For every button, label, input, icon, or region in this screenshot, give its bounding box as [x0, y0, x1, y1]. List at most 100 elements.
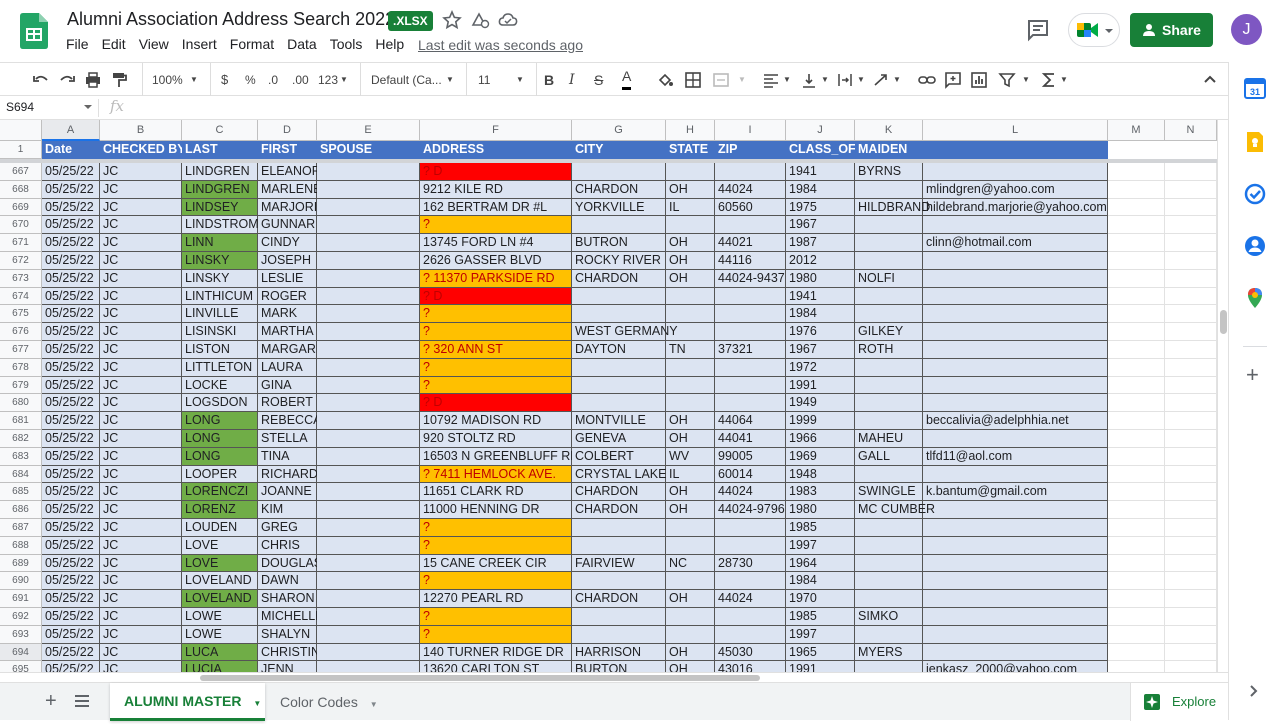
cell-empty[interactable] [1108, 216, 1165, 235]
cell-maiden[interactable]: BYRNS [855, 163, 923, 181]
cell-maiden[interactable] [855, 252, 923, 270]
cell-email[interactable] [923, 216, 1108, 235]
cell-address[interactable]: ? D [420, 163, 572, 181]
cell-last[interactable]: LISTON [182, 341, 258, 359]
column-header-n[interactable]: N [1165, 120, 1217, 141]
google-sheets-logo-icon[interactable] [20, 13, 48, 49]
cell-empty[interactable] [1108, 608, 1165, 626]
tab-color-codes[interactable]: Color Codes ▼ [270, 683, 390, 721]
vertical-scrollbar[interactable] [1217, 120, 1228, 672]
cell-address[interactable]: ? [420, 323, 572, 341]
cell-empty[interactable] [1108, 643, 1165, 662]
cell-spouse[interactable] [317, 376, 420, 395]
cell-maiden[interactable] [855, 305, 923, 324]
cell-state[interactable]: TN [666, 341, 715, 359]
cell-zip[interactable]: 28730 [715, 554, 786, 573]
cell-class-of[interactable]: 1983 [786, 483, 855, 502]
cell-checked[interactable]: JC [100, 519, 182, 537]
cell-email[interactable] [923, 394, 1108, 413]
percent-format-button[interactable]: % [245, 63, 256, 97]
horizontal-scroll-thumb[interactable] [200, 675, 760, 681]
cell-date[interactable]: 05/25/22 [42, 198, 100, 217]
cell-first[interactable]: RICHARD [258, 465, 318, 484]
cell-zip[interactable]: 44024-9796 [715, 501, 786, 519]
cell-city[interactable]: YORKVILLE [572, 198, 666, 217]
cell-city[interactable]: ROCKY RIVER [572, 252, 666, 270]
column-header-h[interactable]: H [666, 120, 715, 141]
cell-city[interactable]: GENEVA [572, 430, 666, 448]
tasks-icon[interactable] [1243, 182, 1267, 206]
cell-checked[interactable]: JC [100, 608, 182, 626]
cell-spouse[interactable] [317, 216, 420, 235]
row-header[interactable]: 691 [0, 590, 42, 608]
header-cell-address[interactable]: ADDRESS [420, 141, 572, 159]
cell-state[interactable] [666, 536, 715, 555]
row-header[interactable]: 680 [0, 394, 42, 413]
cell-state[interactable] [666, 376, 715, 395]
cell-maiden[interactable] [855, 358, 923, 377]
vertical-scroll-thumb[interactable] [1220, 310, 1227, 334]
cell-email[interactable] [923, 572, 1108, 591]
menu-edit[interactable]: Edit [102, 36, 126, 52]
cell-state[interactable]: OH [666, 234, 715, 252]
cell-date[interactable]: 05/25/22 [42, 501, 100, 519]
cell-empty[interactable] [1165, 376, 1217, 395]
borders-icon[interactable] [684, 71, 702, 89]
cell-checked[interactable]: JC [100, 501, 182, 519]
cell-class-of[interactable]: 1991 [786, 376, 855, 395]
cell-state[interactable]: OH [666, 661, 715, 672]
column-header-g[interactable]: G [572, 120, 666, 141]
cell-maiden[interactable]: NOLFI [855, 269, 923, 288]
cell-city[interactable]: CHARDON [572, 483, 666, 502]
cell-zip[interactable] [715, 572, 786, 591]
cell-checked[interactable]: JC [100, 430, 182, 448]
cell-maiden[interactable]: GALL [855, 447, 923, 466]
cell-date[interactable]: 05/25/22 [42, 269, 100, 288]
print-icon[interactable] [84, 71, 102, 89]
cell-spouse[interactable] [317, 465, 420, 484]
cell-last[interactable]: LOVELAND [182, 572, 258, 591]
cell-checked[interactable]: JC [100, 643, 182, 662]
cell-empty[interactable] [1108, 394, 1165, 413]
text-wrapping-icon[interactable] [836, 71, 854, 89]
cell-zip[interactable]: 44024 [715, 180, 786, 199]
cell-state[interactable] [666, 358, 715, 377]
row-header[interactable]: 1 [0, 141, 42, 159]
cell-email[interactable] [923, 590, 1108, 608]
cell-zip[interactable] [715, 287, 786, 306]
cell-maiden[interactable] [855, 554, 923, 573]
comment-history-icon[interactable] [1026, 18, 1050, 42]
cell-empty[interactable] [1108, 483, 1165, 502]
cell-spouse[interactable] [317, 519, 420, 537]
cell-address[interactable]: ? [420, 358, 572, 377]
cell-address[interactable]: ? [420, 376, 572, 395]
functions-sigma-icon[interactable] [1040, 71, 1058, 89]
move-to-folder-icon[interactable] [470, 10, 490, 30]
cell-state[interactable]: WV [666, 447, 715, 466]
cell-class-of[interactable]: 1985 [786, 608, 855, 626]
cell-last[interactable]: LINDSEY [182, 198, 258, 217]
cell-last[interactable]: LINVILLE [182, 305, 258, 324]
cell-spouse[interactable] [317, 305, 420, 324]
cell-empty[interactable] [1165, 358, 1217, 377]
cell-spouse[interactable] [317, 483, 420, 502]
cell-empty[interactable] [1165, 661, 1217, 672]
cell-spouse[interactable] [317, 358, 420, 377]
cell-zip[interactable]: 44041 [715, 430, 786, 448]
wrap-dropdown-icon[interactable]: ▼ [857, 63, 865, 97]
cell-empty[interactable] [1108, 590, 1165, 608]
cell-email[interactable]: tlfd11@aol.com [923, 447, 1108, 466]
cell-checked[interactable]: JC [100, 163, 182, 181]
cell-checked[interactable]: JC [100, 447, 182, 466]
cell-zip[interactable]: 43016 [715, 661, 786, 672]
cell-date[interactable]: 05/25/22 [42, 430, 100, 448]
cell-spouse[interactable] [317, 323, 420, 341]
cell-date[interactable]: 05/25/22 [42, 608, 100, 626]
cell-maiden[interactable] [855, 376, 923, 395]
cell-spouse[interactable] [317, 608, 420, 626]
cell-zip[interactable] [715, 608, 786, 626]
cell-first[interactable]: GUNNAR [258, 216, 317, 235]
cell-state[interactable] [666, 287, 715, 306]
row-header[interactable]: 672 [0, 252, 42, 270]
cell-date[interactable]: 05/25/22 [42, 447, 100, 466]
